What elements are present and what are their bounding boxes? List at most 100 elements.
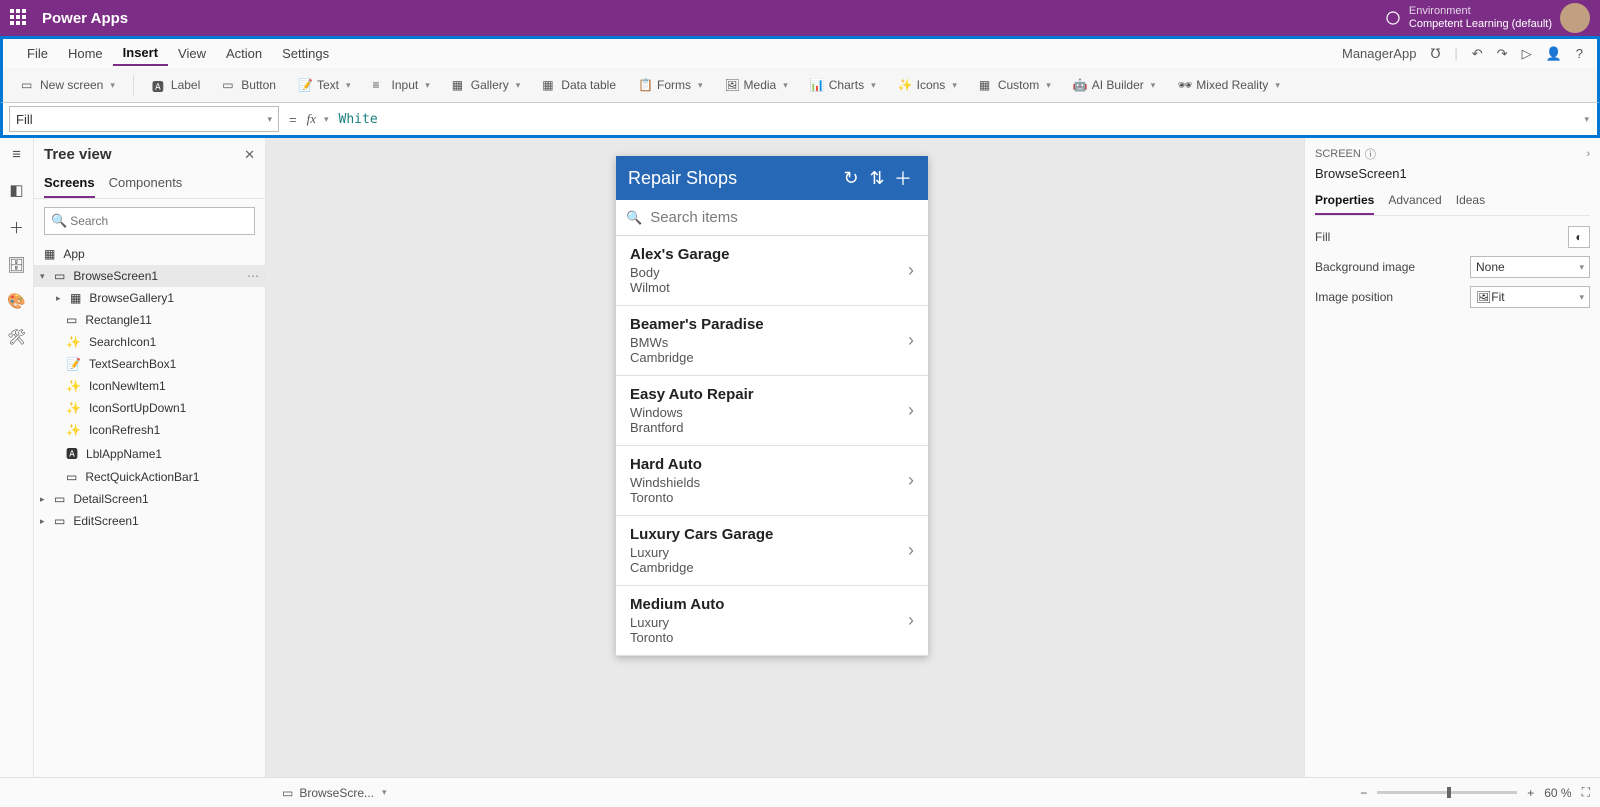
search-icon: 🔍 bbox=[51, 213, 67, 229]
zoom-out-button[interactable]: − bbox=[1360, 786, 1367, 800]
node-editscreen[interactable]: ▸▭EditScreen1 bbox=[34, 510, 265, 532]
menu-insert[interactable]: Insert bbox=[113, 41, 168, 66]
table-icon: ▦ bbox=[542, 78, 556, 92]
icons-button[interactable]: ✨Icons▾ bbox=[890, 75, 965, 95]
menu-home[interactable]: Home bbox=[58, 42, 113, 65]
chevron-right-icon[interactable]: › bbox=[1586, 148, 1590, 160]
fx-label: fx bbox=[307, 111, 316, 127]
menu-view[interactable]: View bbox=[168, 42, 216, 65]
item-city: Cambridge bbox=[630, 350, 908, 365]
rail-tools-icon[interactable]: 🛠 bbox=[7, 328, 26, 346]
form-icon: 📋 bbox=[638, 78, 652, 92]
app-name-label: ManagerApp bbox=[1342, 46, 1416, 61]
list-item[interactable]: Easy Auto RepairWindowsBrantford› bbox=[616, 376, 928, 446]
treeview-close-icon[interactable]: ✕ bbox=[244, 147, 255, 163]
node-browsegallery[interactable]: ▸▦BrowseGallery1 bbox=[34, 287, 265, 309]
node-iconrefresh[interactable]: ✨IconRefresh1 bbox=[34, 419, 265, 441]
node-textsearch[interactable]: 📝TextSearchBox1 bbox=[34, 353, 265, 375]
refresh-icon[interactable]: ↻ bbox=[838, 168, 864, 189]
chevron-right-icon: › bbox=[908, 400, 914, 421]
imgpos-select[interactable]: 🖼 Fit▾ bbox=[1470, 286, 1590, 308]
chevron-right-icon: › bbox=[908, 610, 914, 631]
tab-screens[interactable]: Screens bbox=[44, 171, 95, 198]
ai-icon: 🤖 bbox=[1073, 78, 1087, 92]
rail-layers-icon[interactable]: ◧ bbox=[9, 181, 23, 199]
phone-search-icon: 🔍 bbox=[626, 210, 642, 226]
mixedreality-button[interactable]: 🕶Mixed Reality▾ bbox=[1169, 75, 1288, 95]
footer-screen-icon: ▭ bbox=[282, 786, 293, 800]
info-icon[interactable]: ⓘ bbox=[1365, 146, 1376, 162]
app-launcher[interactable] bbox=[10, 9, 28, 27]
charts-button[interactable]: 📊Charts▾ bbox=[802, 75, 884, 95]
property-selector[interactable]: Fill▾ bbox=[9, 106, 279, 132]
sort-icon[interactable]: ⇅ bbox=[864, 168, 890, 189]
rail-insert-icon[interactable]: ＋ bbox=[9, 217, 24, 238]
rail-media-icon[interactable]: 🎨 bbox=[7, 292, 26, 310]
label-button[interactable]: 🅰Label bbox=[144, 75, 208, 95]
fit-icon[interactable]: ⛶ bbox=[1582, 785, 1590, 800]
help-icon[interactable]: ? bbox=[1576, 46, 1583, 61]
tab-components[interactable]: Components bbox=[109, 171, 183, 198]
app-brand: Power Apps bbox=[42, 10, 128, 27]
button-icon: ▭ bbox=[222, 78, 236, 92]
item-sub: Luxury bbox=[630, 545, 908, 560]
media-button[interactable]: 🖼Media▾ bbox=[717, 75, 796, 95]
add-icon[interactable]: ＋ bbox=[890, 165, 916, 191]
tree-search-input[interactable] bbox=[67, 211, 248, 231]
undo-icon[interactable]: ↶ bbox=[1472, 46, 1483, 62]
node-app[interactable]: ▦App bbox=[34, 243, 265, 265]
item-sub: Windshields bbox=[630, 475, 908, 490]
node-iconnew[interactable]: ✨IconNewItem1 bbox=[34, 375, 265, 397]
datatable-button[interactable]: ▦Data table bbox=[534, 75, 624, 95]
menu-settings[interactable]: Settings bbox=[272, 42, 339, 65]
list-item[interactable]: Medium AutoLuxuryToronto› bbox=[616, 586, 928, 656]
tab-ideas[interactable]: Ideas bbox=[1456, 189, 1485, 215]
gallery-button[interactable]: ▦Gallery▾ bbox=[444, 75, 529, 95]
canvas[interactable]: Repair Shops ↻ ⇅ ＋ 🔍 Search items Alex's… bbox=[266, 138, 1304, 777]
aibuilder-button[interactable]: 🤖AI Builder▾ bbox=[1065, 75, 1164, 95]
rail-data-icon[interactable]: 🗄 bbox=[7, 256, 26, 274]
list-item[interactable]: Alex's GarageBodyWilmot› bbox=[616, 236, 928, 306]
app-checker-icon[interactable]: ℧ bbox=[1430, 46, 1440, 62]
item-sub: Body bbox=[630, 265, 908, 280]
phone-search[interactable]: 🔍 Search items bbox=[616, 200, 928, 236]
custom-icon: ▦ bbox=[979, 78, 993, 92]
node-rectquick[interactable]: ▭RectQuickActionBar1 bbox=[34, 466, 265, 488]
button-button[interactable]: ▭Button bbox=[214, 75, 284, 95]
menu-file[interactable]: File bbox=[17, 42, 58, 65]
formula-expand-icon[interactable]: ▾ bbox=[1584, 114, 1589, 125]
play-icon[interactable]: ▷ bbox=[1522, 46, 1532, 62]
input-button[interactable]: ≡Input▾ bbox=[365, 75, 438, 95]
environment-name: Competent Learning (default) bbox=[1409, 18, 1552, 31]
node-browsescreen[interactable]: ▾▭BrowseScreen1⋯ bbox=[34, 265, 265, 287]
zoom-slider[interactable] bbox=[1377, 791, 1517, 794]
zoom-in-button[interactable]: + bbox=[1527, 786, 1534, 800]
new-screen-button[interactable]: ▭New screen▾ bbox=[13, 75, 123, 95]
tree-search[interactable]: 🔍 bbox=[44, 207, 255, 235]
share-icon[interactable]: 👤 bbox=[1546, 46, 1562, 62]
tab-properties[interactable]: Properties bbox=[1315, 189, 1374, 215]
rail-tree-icon[interactable]: ≡ bbox=[12, 146, 21, 163]
forms-button[interactable]: 📋Forms▾ bbox=[630, 75, 711, 95]
user-avatar[interactable] bbox=[1560, 3, 1590, 33]
footer-breadcrumb[interactable]: BrowseScre... bbox=[299, 786, 374, 800]
node-iconsort[interactable]: ✨IconSortUpDown1 bbox=[34, 397, 265, 419]
text-button[interactable]: 📝Text▾ bbox=[290, 75, 359, 95]
item-city: Toronto bbox=[630, 490, 908, 505]
fill-color-button[interactable]: ◐ bbox=[1568, 226, 1590, 248]
list-item[interactable]: Hard AutoWindshieldsToronto› bbox=[616, 446, 928, 516]
list-item[interactable]: Beamer's ParadiseBMWsCambridge› bbox=[616, 306, 928, 376]
tab-advanced[interactable]: Advanced bbox=[1388, 189, 1441, 215]
node-lblapp[interactable]: 🅰LblAppName1 bbox=[34, 441, 265, 466]
node-searchicon[interactable]: ✨SearchIcon1 bbox=[34, 331, 265, 353]
bgimage-select[interactable]: None▾ bbox=[1470, 256, 1590, 278]
footer-breadcrumb-chevron[interactable]: ▾ bbox=[382, 787, 387, 798]
node-detailscreen[interactable]: ▸▭DetailScreen1 bbox=[34, 488, 265, 510]
mr-icon: 🕶 bbox=[1177, 78, 1191, 92]
custom-button[interactable]: ▦Custom▾ bbox=[971, 75, 1059, 95]
formula-value[interactable]: White bbox=[339, 112, 378, 127]
redo-icon[interactable]: ↷ bbox=[1497, 46, 1508, 62]
node-rectangle[interactable]: ▭Rectangle11 bbox=[34, 309, 265, 331]
menu-action[interactable]: Action bbox=[216, 42, 272, 65]
list-item[interactable]: Luxury Cars GarageLuxuryCambridge› bbox=[616, 516, 928, 586]
